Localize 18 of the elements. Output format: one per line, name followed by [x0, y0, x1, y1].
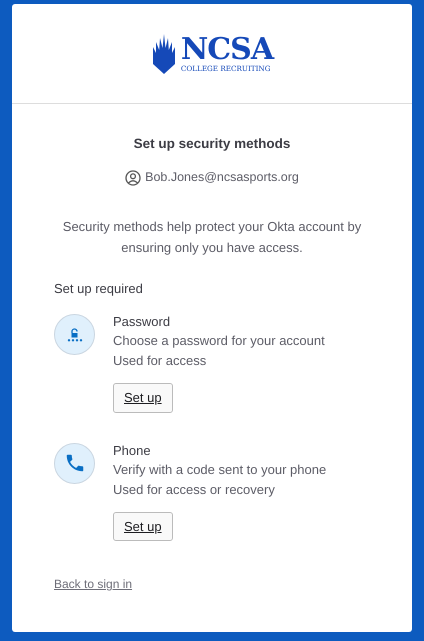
password-icon — [54, 314, 95, 356]
logo-name: NCSA — [180, 34, 274, 65]
description-text: Security methods help protect your Okta account by ensuring only you have access. — [62, 218, 362, 257]
user-icon — [125, 170, 142, 186]
method-description: Used for access — [113, 352, 208, 370]
setup-button[interactable]: Set up — [113, 512, 173, 542]
user-email: Bob.Jones@ncsasports.org — [145, 169, 299, 186]
method-name: Password — [113, 314, 172, 331]
method-description: Used for access or recovery — [113, 480, 276, 499]
section-label: Set up required — [54, 280, 144, 298]
phone-icon — [54, 442, 95, 484]
logo-icon — [150, 34, 177, 74]
method-description: Choose a password for your account — [113, 332, 325, 350]
back-link[interactable]: Back to sign in — [54, 575, 132, 594]
page-title: Set up security methods — [132, 135, 292, 153]
method-name: Phone — [113, 442, 152, 460]
method-description: Verify with a code sent to your phone — [113, 460, 326, 479]
setup-button[interactable]: Set up — [113, 383, 173, 413]
